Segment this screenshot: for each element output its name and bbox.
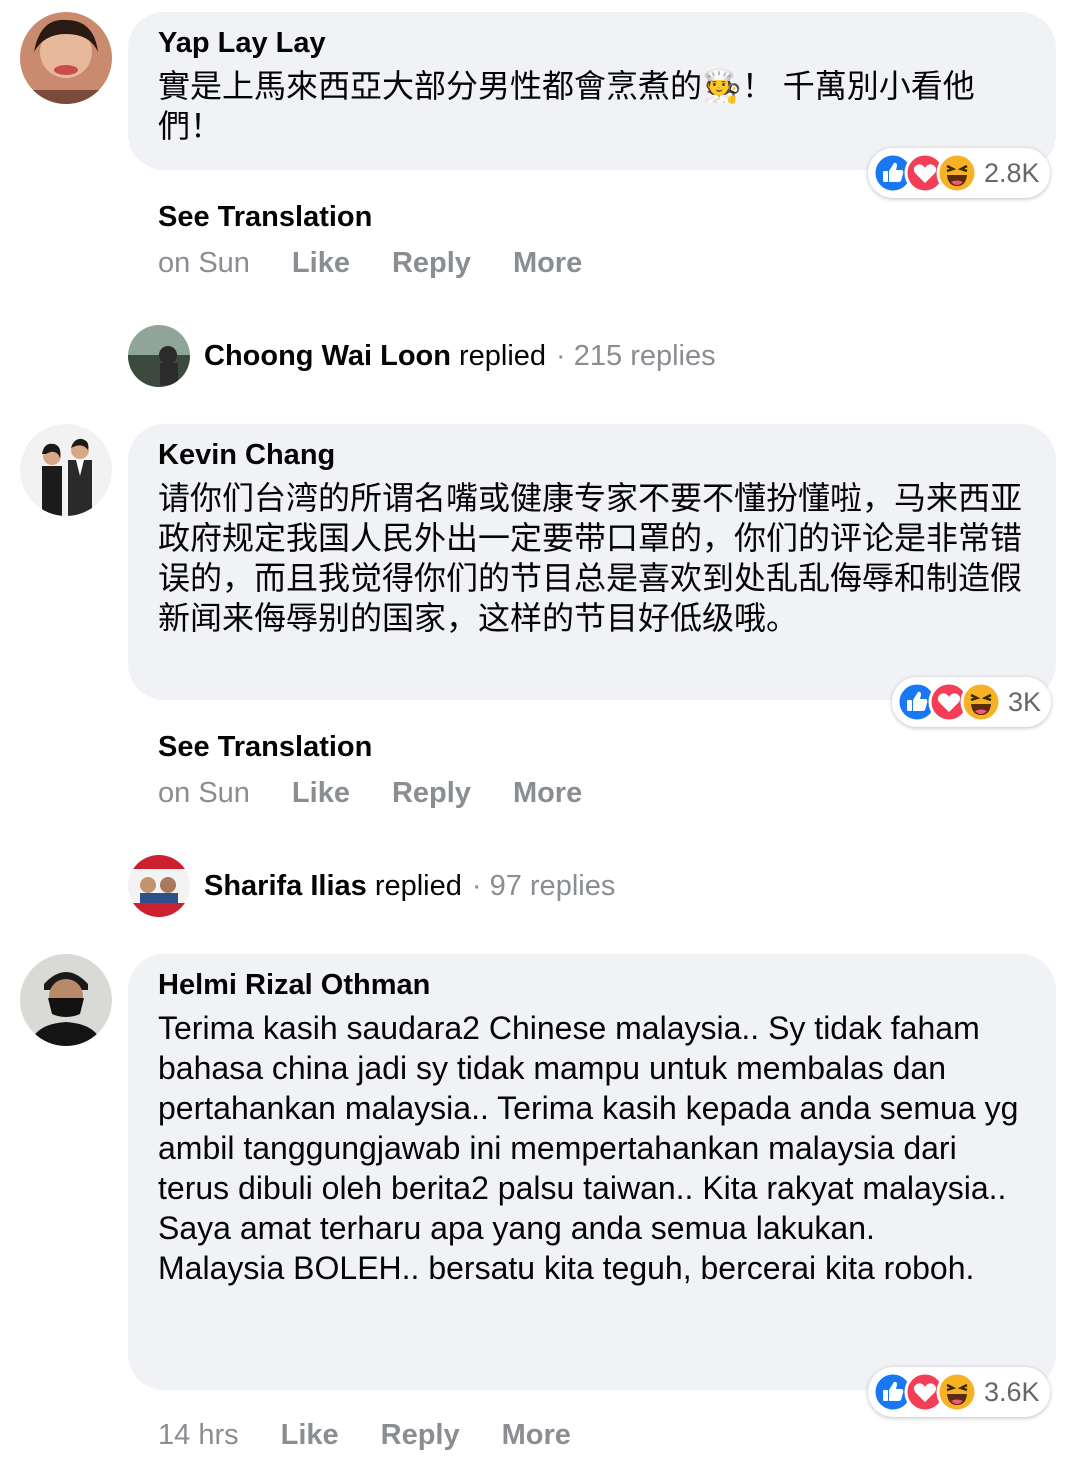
replied-label: replied [458, 339, 547, 372]
replies-count: · 215 replies [556, 339, 716, 372]
replied-label: replied [374, 869, 462, 902]
reaction-count: 2.8K [984, 157, 1040, 188]
avatar[interactable] [20, 424, 112, 516]
comment-actions: on Sun Like Reply More [158, 777, 624, 810]
replies-link[interactable]: Sharifa Ilias replied · 97 replies [128, 855, 615, 917]
replies-count: · 97 replies [471, 869, 616, 902]
avatar[interactable] [20, 12, 112, 104]
comment-bubble: Helmi Rizal Othman Terima kasih saudara2… [128, 954, 1056, 1390]
reactions-summary[interactable]: 3.6K [868, 1367, 1050, 1417]
see-translation-link[interactable]: See Translation [158, 201, 372, 234]
comment-time[interactable]: on Sun [158, 247, 250, 280]
like-button[interactable]: Like [292, 247, 350, 280]
comment-author[interactable]: Yap Lay Lay [158, 26, 1026, 60]
reaction-count: 3.6K [984, 1376, 1040, 1407]
reply-avatar [128, 855, 190, 917]
replier-name: Choong Wai Loon [204, 339, 451, 372]
more-button[interactable]: More [513, 777, 582, 810]
comment-text: 實是上馬來西亞大部分男性都會烹煮的🧑‍🍳！ 千萬別小看他們！ [158, 68, 975, 144]
comment-bubble: Kevin Chang 请你们台湾的所谓名嘴或健康专家不要不懂扮懂啦，马来西亚政… [128, 424, 1056, 700]
like-button[interactable]: Like [281, 1419, 339, 1452]
comment-bubble: Yap Lay Lay 實是上馬來西亞大部分男性都會烹煮的🧑‍🍳！ 千萬別小看他… [128, 12, 1056, 170]
reply-button[interactable]: Reply [392, 247, 471, 280]
replies-link[interactable]: Choong Wai Loon replied · 215 replies [128, 325, 716, 387]
see-translation-link[interactable]: See Translation [158, 731, 372, 764]
reaction-count: 3K [1008, 686, 1042, 717]
replier-name: Sharifa Ilias [204, 869, 367, 902]
comment-text: Terima kasih saudara2 Chinese malaysia..… [158, 1010, 1019, 1286]
comment-author[interactable]: Kevin Chang [158, 438, 1026, 472]
comment-actions: 14 hrs Like Reply More [158, 1419, 613, 1452]
reply-avatar [128, 325, 190, 387]
reactions-summary[interactable]: 2.8K [868, 148, 1050, 198]
more-button[interactable]: More [513, 247, 582, 280]
reply-button[interactable]: Reply [381, 1419, 460, 1452]
comment-time[interactable]: on Sun [158, 777, 250, 810]
comment-author[interactable]: Helmi Rizal Othman [158, 968, 1026, 1002]
avatar[interactable] [20, 954, 112, 1046]
comment-time[interactable]: 14 hrs [158, 1419, 239, 1452]
more-button[interactable]: More [502, 1419, 571, 1452]
comment-actions: on Sun Like Reply More [158, 247, 624, 280]
reply-button[interactable]: Reply [392, 777, 471, 810]
haha-icon [960, 681, 1002, 723]
comment-text: 请你们台湾的所谓名嘴或健康专家不要不懂扮懂啦，马来西亚政府规定我国人民外出一定要… [158, 480, 1023, 636]
haha-icon [936, 1371, 978, 1413]
like-button[interactable]: Like [292, 777, 350, 810]
reactions-summary[interactable]: 3K [892, 677, 1052, 727]
haha-icon [936, 152, 978, 194]
